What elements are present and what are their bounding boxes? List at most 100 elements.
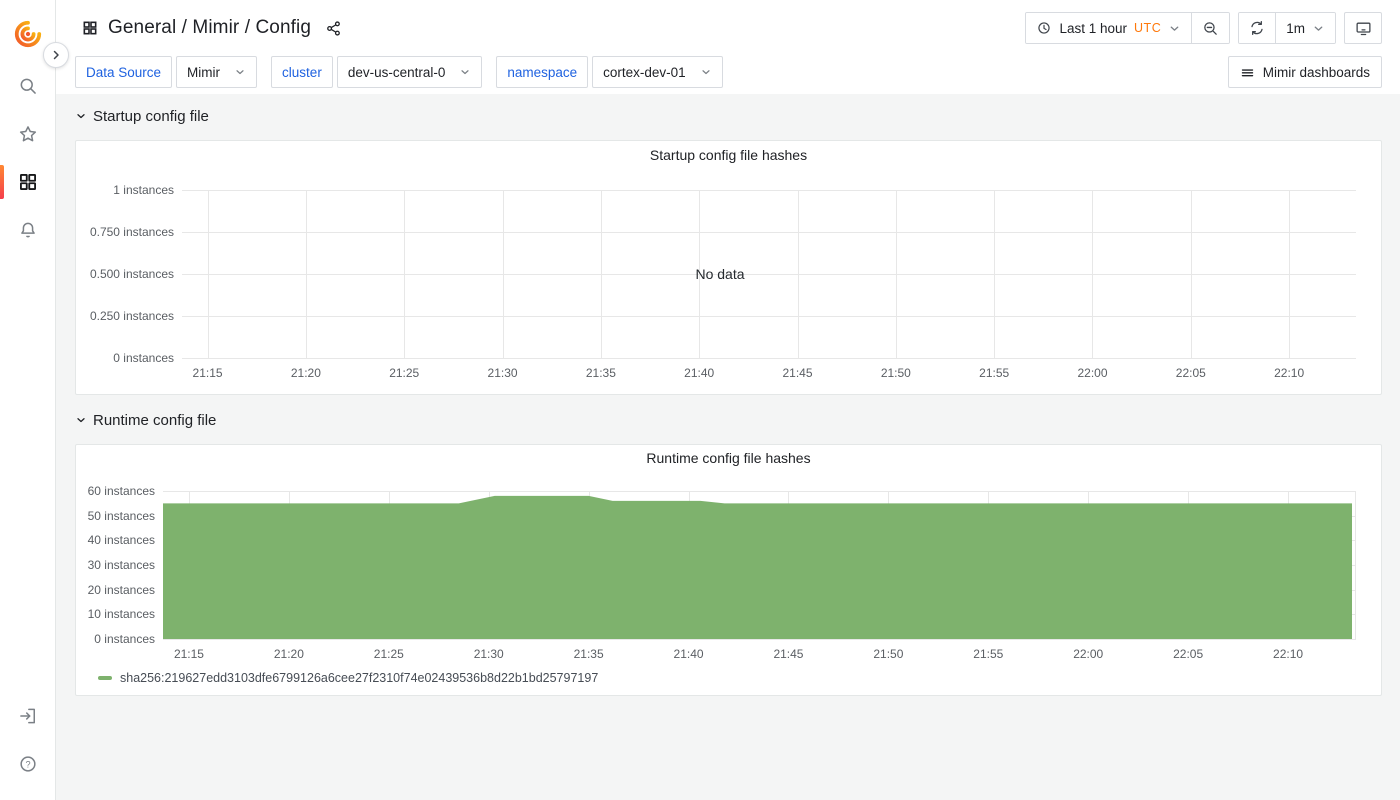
series-layer [182,190,1356,358]
sidebar-item-alerting[interactable] [0,206,56,254]
variable-namespace-select[interactable]: cortex-dev-01 [592,56,723,88]
help-circle-icon: ? [18,754,38,774]
x-axis-row: 21:1521:2021:2521:3021:3521:4021:4521:50… [84,358,1373,384]
refresh-button[interactable] [1239,13,1275,43]
mimir-dashboards-label: Mimir dashboards [1263,65,1370,80]
x-tick-label: 22:05 [1173,647,1203,661]
row-title: Runtime config file [93,412,216,429]
plot-area[interactable] [182,190,1356,358]
legend-item[interactable]: sha256:219627edd3103dfe6799126a6cee27f23… [98,671,598,685]
share-button[interactable] [325,20,342,37]
variable-cluster: cluster dev-us-central-0 [271,56,482,88]
y-tick-label: 60 instances [88,484,155,498]
breadcrumb: General / Mimir / Config [82,17,342,39]
x-tick-label: 22:05 [1176,366,1206,380]
dashboard-content: Startup config file Startup config file … [56,94,1400,800]
chevron-down-icon [75,414,87,426]
time-picker-group: Last 1 hour UTC [1025,12,1230,44]
y-tick-label: 30 instances [88,558,155,572]
variable-cluster-label: cluster [271,56,333,88]
variable-datasource-select[interactable]: Mimir [176,56,257,88]
x-tick-label: 22:00 [1073,647,1103,661]
sidebar-expand-button[interactable] [43,42,69,68]
time-range-button[interactable]: Last 1 hour UTC [1026,13,1191,43]
panel-runtime-config: Runtime config file hashes 60 instances 5… [75,444,1382,696]
chevron-down-icon [234,66,246,78]
row-title: Startup config file [93,108,209,125]
zoom-out-button[interactable] [1191,13,1229,43]
sidebar-item-help[interactable]: ? [0,740,56,788]
refresh-interval-button[interactable]: 1m [1275,13,1335,43]
main-area: General / Mimir / Config Last 1 hour UTC [56,0,1400,800]
mimir-dashboards-button[interactable]: Mimir dashboards [1228,56,1382,88]
x-axis-row: 21:1521:2021:2521:3021:3521:4021:4521:50… [84,639,1373,665]
y-axis: 1 instances0.750 instances0.500 instance… [84,190,182,358]
x-axis: 21:1521:2021:2521:3021:3521:4021:4521:50… [182,358,1356,384]
x-tick-label: 21:25 [389,366,419,380]
y-tick-label: 10 instances [88,607,155,621]
y-tick-label: 40 instances [88,533,155,547]
variable-namespace-value: cortex-dev-01 [603,65,686,80]
row-header-runtime[interactable]: Runtime config file [75,407,1382,433]
dashboard-toolbar: General / Mimir / Config Last 1 hour UTC [56,0,1400,56]
chart-body: 60 instances50 instances40 instances30 i… [84,491,1373,639]
monitor-icon [1355,20,1372,37]
y-tick-label: 0 instances [94,632,155,646]
variable-datasource: Data Source Mimir [75,56,257,88]
chevron-down-icon [459,66,471,78]
y-tick-label: 0 instances [113,351,174,365]
legend: sha256:219627edd3103dfe6799126a6cee27f23… [84,665,1373,691]
kiosk-mode-button[interactable] [1344,12,1382,44]
panel-title[interactable]: Runtime config file hashes [84,445,1373,471]
x-tick-label: 21:30 [488,366,518,380]
apps-grid-icon [82,20,98,36]
clock-icon [1036,20,1052,36]
y-tick-label: 1 instances [113,183,174,197]
grafana-logo-icon [13,19,43,49]
sidebar: ? [0,0,56,800]
sign-in-icon [18,706,38,726]
x-tick-label: 21:45 [773,647,803,661]
y-axis: 60 instances50 instances40 instances30 i… [84,491,163,639]
row-header-startup[interactable]: Startup config file [75,103,1382,129]
sidebar-item-sign-in[interactable] [0,692,56,740]
chevron-down-icon [1168,22,1181,35]
sidebar-item-search[interactable] [0,62,56,110]
y-tick-label: 0.500 instances [90,267,174,281]
chevron-right-icon [50,49,62,61]
chevron-down-icon [700,66,712,78]
page-title: General / Mimir / Config [108,17,311,39]
alerting-bell-icon [18,220,38,240]
legend-swatch [98,676,112,680]
x-tick-label: 21:25 [374,647,404,661]
x-tick-label: 22:10 [1273,647,1303,661]
refresh-picker-group: 1m [1238,12,1336,44]
x-tick-label: 21:55 [979,366,1009,380]
plot-area[interactable] [163,491,1356,639]
variable-datasource-value: Mimir [187,65,220,80]
sidebar-item-starred[interactable] [0,110,56,158]
x-tick-label: 21:35 [574,647,604,661]
x-tick-label: 22:10 [1274,366,1304,380]
panel-startup-config: Startup config file hashes 1 instances0.… [75,140,1382,395]
x-tick-label: 21:20 [274,647,304,661]
y-tick-label: 0.750 instances [90,225,174,239]
chevron-down-icon [1312,22,1325,35]
variable-cluster-select[interactable]: dev-us-central-0 [337,56,483,88]
panel-title[interactable]: Startup config file hashes [84,141,1373,169]
series-layer [163,491,1356,639]
x-tick-label: 21:45 [782,366,812,380]
chart-body: 1 instances0.750 instances0.500 instance… [84,190,1373,358]
grafana-app: ? General / Mimir / Config [0,0,1400,800]
x-tick-label: 21:30 [474,647,504,661]
search-icon [18,76,38,96]
time-range-label: Last 1 hour [1059,21,1127,36]
chevron-down-icon [75,110,87,122]
grafana-logo[interactable] [8,14,48,54]
x-tick-label: 21:15 [174,647,204,661]
y-tick-label: 50 instances [88,509,155,523]
menu-icon [1240,65,1255,80]
series-area [163,496,1352,639]
sidebar-item-dashboards[interactable] [0,158,56,206]
variable-namespace-label: namespace [496,56,588,88]
